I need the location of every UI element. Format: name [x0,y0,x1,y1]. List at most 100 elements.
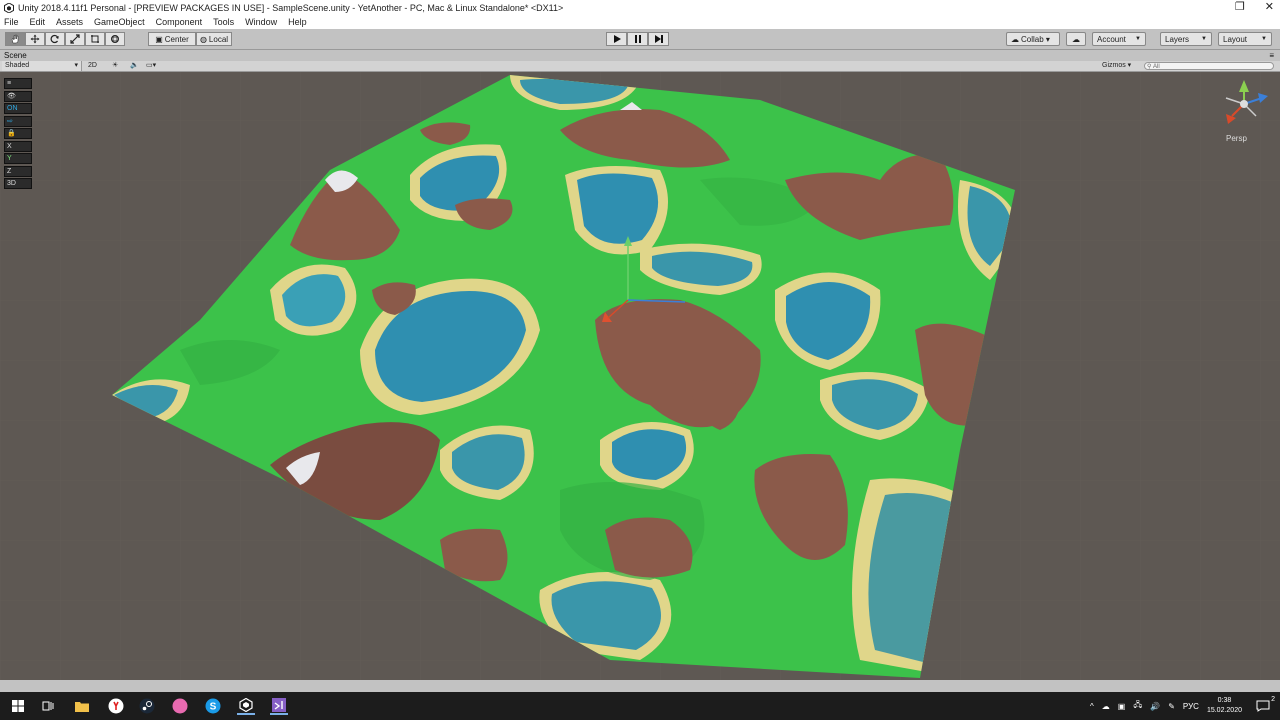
steam-icon [139,698,155,714]
menu-gameobject[interactable]: GameObject [94,17,145,27]
pause-button[interactable] [627,32,648,46]
scene-view[interactable]: ≡ 👁 ON ⇨ 🔒 X Y Z 3D Persp [0,72,1280,680]
collab-dropdown[interactable]: ☁ Collab ▾ [1006,32,1060,46]
task-view-button[interactable] [39,697,57,715]
clock-time: 0:38 [1217,697,1232,704]
pivot-label: Center [164,34,189,44]
menu-edit[interactable]: Edit [30,17,46,27]
projection-label[interactable]: Persp [1226,134,1247,143]
keyboard-language[interactable]: РУС [1183,702,1199,711]
tab-scene[interactable]: Scene [4,50,27,61]
scene-search-input[interactable]: ⚲ All [1144,62,1274,70]
collab-label: Collab ▾ [1021,34,1050,44]
cloud-icon[interactable]: ☁ [1102,702,1110,711]
chevron-down-icon: ▼ [1135,36,1141,42]
tray-app-icon[interactable]: ▣ [1118,702,1126,711]
taskbar-steam[interactable] [138,697,156,715]
terrain-render[interactable] [0,72,1280,680]
lighting-toggle-icon[interactable]: ☀ [112,61,118,71]
scale-tool-icon [70,34,80,44]
windows-logo-icon [12,700,24,712]
cloud-check-icon: ☁ [1011,34,1019,44]
rect-tool-button[interactable] [85,32,105,46]
shading-mode-label: Shaded [5,62,30,69]
visual-studio-icon [272,698,286,712]
layers-dropdown[interactable]: Layers ▼ [1160,32,1212,46]
menu-help[interactable]: Help [288,17,307,27]
app-icon [172,698,188,714]
layout-dropdown[interactable]: Layout ▼ [1218,32,1272,46]
move-tool-button[interactable] [25,32,45,46]
axis-x-button[interactable]: X [4,140,32,152]
skype-icon: S [205,698,221,714]
notifications-button[interactable]: 2 [1256,696,1275,712]
taskbar-explorer[interactable] [73,697,91,715]
menu-bar: File Edit Assets GameObject Component To… [0,15,1280,29]
audio-toggle-icon[interactable]: 🔈 [130,61,139,71]
toggle-on-button[interactable]: ON [4,103,32,114]
pivot-center-toggle[interactable]: ▣ Center [148,32,196,46]
shading-mode-dropdown[interactable]: Shaded ▾ [2,61,82,71]
step-icon [654,35,663,43]
scene-toolbar: Shaded ▾ 2D ☀ 🔈 ▭▾ Gizmos ▾ ⚲ All [0,61,1280,72]
notification-icon [1256,700,1270,712]
transform-tool-icon [111,35,119,43]
taskbar-yandex[interactable] [107,697,125,715]
pivot-local-toggle[interactable]: ◍ Local [196,32,232,46]
axis-gizmo-icon [1225,80,1268,124]
menu-tools[interactable]: Tools [213,17,234,27]
cloud-button[interactable]: ☁ [1066,32,1086,46]
axis-y-button[interactable]: Y [4,153,32,164]
rotate-tool-button[interactable] [45,32,65,46]
menu-component[interactable]: Component [156,17,203,27]
scale-tool-button[interactable] [65,32,85,46]
close-button[interactable]: ✕ [1265,0,1274,15]
volume-icon[interactable]: 🔊 [1150,702,1160,711]
network-icon[interactable]: 🖧 [1133,699,1142,713]
clock-date: 15.02.2020 [1206,707,1242,714]
unity-icon [239,698,253,712]
system-clock[interactable]: 0:38 15.02.2020 [1207,696,1242,716]
taskbar-skype[interactable]: S [204,697,222,715]
play-button[interactable] [606,32,627,46]
hand-tool-button[interactable] [5,32,25,46]
rect-tool-icon [91,35,99,43]
restore-button[interactable]: ❐ [1235,0,1245,15]
cloud-icon: ☁ [1072,34,1080,44]
handle-label: Local [208,34,229,44]
chevron-down-icon: ▼ [1201,36,1207,42]
step-button[interactable] [648,32,669,46]
taskbar-visual-studio[interactable] [270,697,288,715]
eye-icon[interactable]: 👁 [4,90,32,102]
search-placeholder: All [1153,64,1160,70]
menu-assets[interactable]: Assets [56,17,83,27]
unity-logo-icon [4,2,14,13]
layers-label: Layers [1165,34,1190,44]
layout-label: Layout [1223,34,1248,44]
taskbar-unity[interactable] [237,697,255,715]
gizmos-dropdown[interactable]: Gizmos ▾ [1102,61,1131,71]
effects-dropdown-icon[interactable]: ▭▾ [146,61,156,71]
transform-tool-button[interactable] [105,32,125,46]
window-title: Unity 2018.4.11f1 Personal - [PREVIEW PA… [18,2,564,13]
2d-toggle[interactable]: 2D [88,61,97,71]
account-dropdown[interactable]: Account ▼ [1092,32,1146,46]
play-icon [613,35,621,43]
window-title-bar: Unity 2018.4.11f1 Personal - [PREVIEW PA… [0,0,1280,15]
orientation-gizmo[interactable]: Persp [1218,76,1270,146]
menu-window[interactable]: Window [245,17,277,27]
chevron-up-icon[interactable]: ^ [1090,702,1094,711]
3d-toggle-button[interactable]: 3D [4,178,32,189]
axis-z-button[interactable]: Z [4,165,32,177]
pause-icon [634,35,641,43]
taskbar-app-pink[interactable] [171,697,189,715]
start-button[interactable] [9,697,27,715]
lock-icon[interactable]: 🔒 [4,128,32,139]
menu-file[interactable]: File [4,17,19,27]
chevron-down-icon: ▾ [74,62,78,69]
arrow-right-icon[interactable]: ⇨ [4,115,32,127]
tab-menu-icon[interactable]: ≡ [1269,50,1274,61]
pen-icon[interactable]: ✎ [1168,702,1175,711]
windows-taskbar: S ^ ☁ ▣ 🖧 🔊 ✎ РУС 0:38 15.02.2020 2 [0,692,1280,720]
menu-icon[interactable]: ≡ [4,78,32,89]
